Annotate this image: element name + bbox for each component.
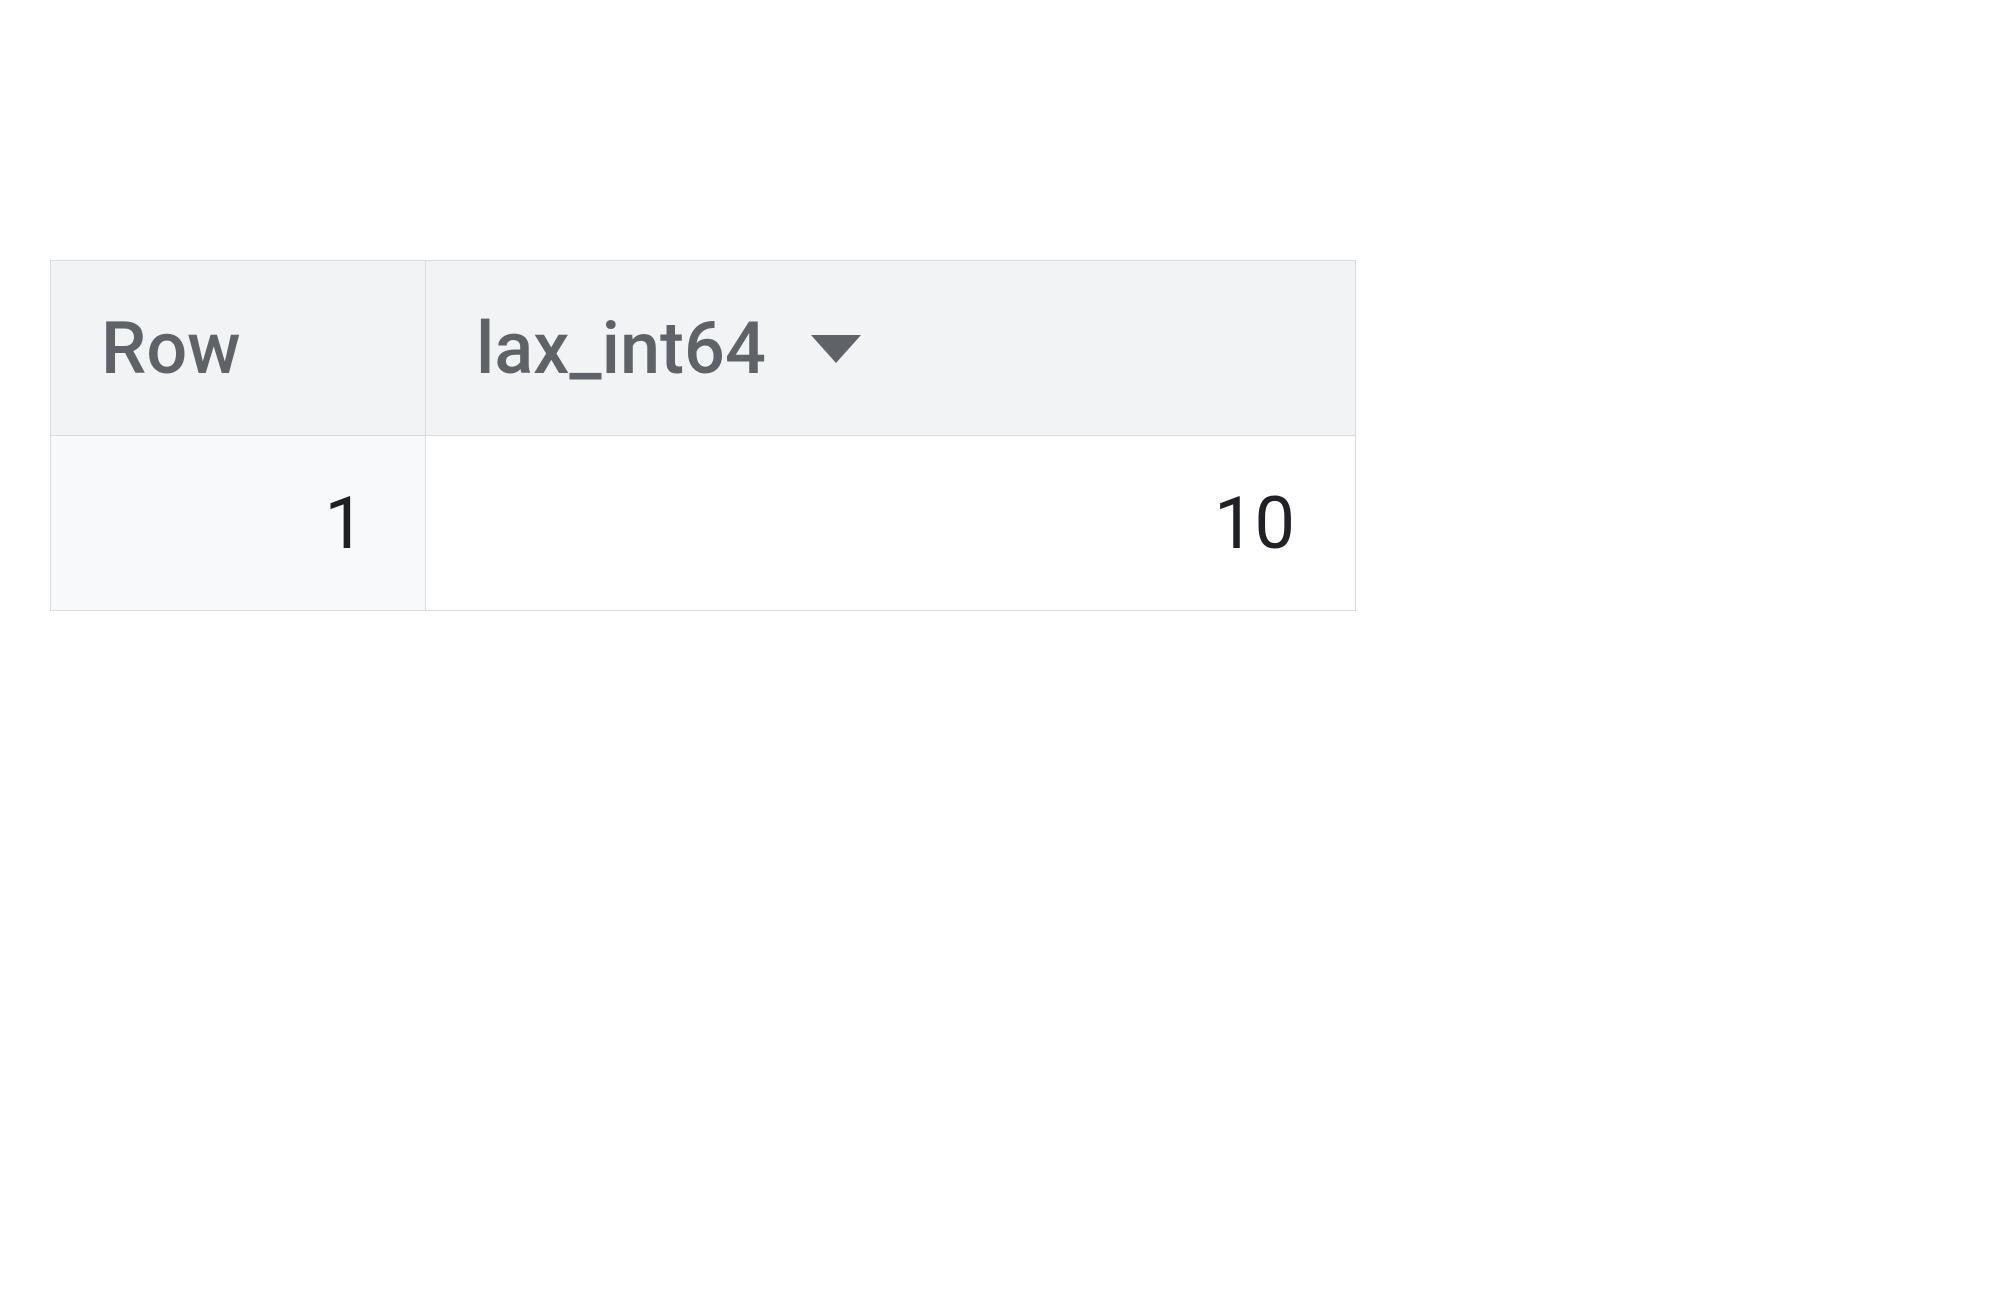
results-table-container: Row lax_int64 [50,260,1355,611]
cell-row-number: 1 [51,436,426,611]
results-table: Row lax_int64 [50,260,1356,611]
column-header-lax-int64[interactable]: lax_int64 [426,261,1356,436]
column-header-label: lax_int64 [476,306,766,391]
column-resize-handle-icon[interactable] [375,399,419,429]
column-header-row-number[interactable]: Row [51,261,426,436]
table-header-row: Row lax_int64 [51,261,1356,436]
cell-lax-int64: 10 [426,436,1356,611]
table-row[interactable]: 1 10 [51,436,1356,611]
column-resize-handle-icon[interactable] [1305,399,1349,429]
sort-descending-icon[interactable] [806,318,866,378]
column-header-label: Row [101,306,241,391]
